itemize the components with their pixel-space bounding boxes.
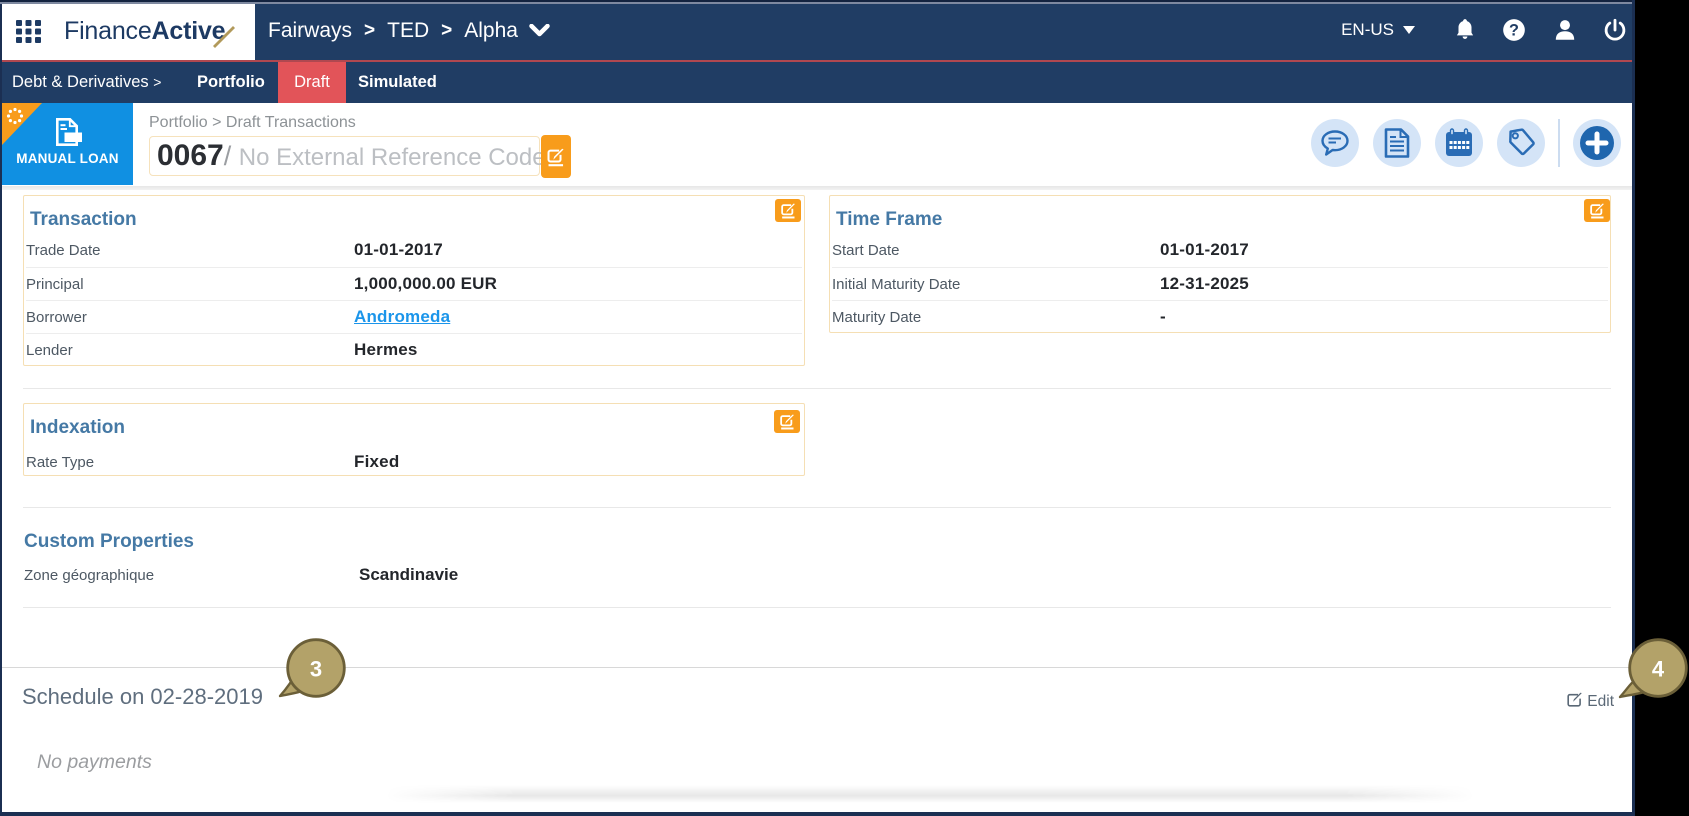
svg-text:3: 3	[310, 657, 322, 682]
svg-text:?: ?	[1509, 22, 1519, 40]
svg-text:4: 4	[1652, 657, 1665, 682]
